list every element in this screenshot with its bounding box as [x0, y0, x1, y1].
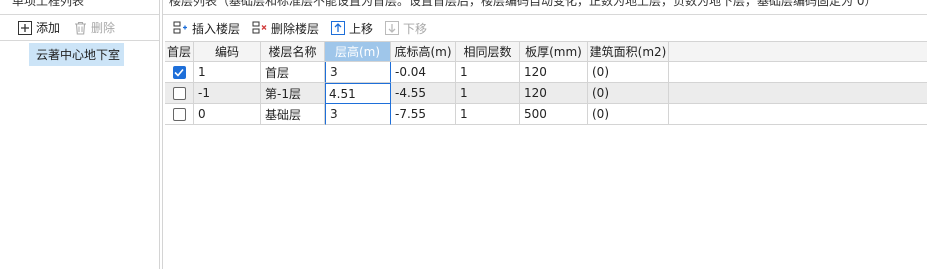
insert-floor-icon	[173, 21, 187, 34]
delete-floor-label: 删除楼层	[271, 21, 320, 36]
project-item-selected[interactable]: 云著中心地下室	[29, 43, 124, 66]
bottom-cell[interactable]: -7.55	[391, 104, 456, 125]
floor-list-panel: 楼层列表（基础层和标准层不能设置为首层。设置首层后，楼层编码自动变化，正数为地上…	[162, 0, 927, 269]
first-floor-cell[interactable]	[165, 62, 194, 83]
project-list-toolbar: 添加 删除	[0, 14, 159, 41]
check-icon	[174, 68, 184, 77]
floor-toolbar: 插入楼层 删除楼层 上移 下移	[163, 14, 927, 41]
name-cell[interactable]: 基础层	[261, 104, 325, 125]
add-button[interactable]: 添加	[18, 19, 60, 36]
same-cell[interactable]: 1	[456, 83, 520, 104]
col-header-same[interactable]: 相同层数	[456, 41, 520, 62]
empty-cell	[669, 83, 927, 104]
delete-floor-button[interactable]: 删除楼层	[252, 20, 319, 37]
table-row[interactable]: 1 首层 3 -0.04 1 120 (0)	[165, 62, 927, 83]
trash-icon	[75, 21, 87, 35]
add-button-label: 添加	[36, 21, 61, 35]
col-header-first[interactable]: 首层	[165, 41, 194, 62]
col-header-empty	[669, 41, 927, 62]
move-down-label: 下移	[403, 21, 428, 36]
bottom-cell[interactable]: -4.55	[391, 83, 456, 104]
move-up-button[interactable]: 上移	[331, 20, 373, 37]
insert-floor-label: 插入楼层	[192, 21, 241, 36]
insert-floor-button[interactable]: 插入楼层	[173, 20, 240, 37]
code-cell[interactable]: 0	[194, 104, 261, 125]
floor-list-title: 楼层列表（基础层和标准层不能设置为首层。设置首层后，楼层编码自动变化，正数为地上…	[169, 0, 877, 8]
checkbox[interactable]	[172, 86, 186, 100]
first-floor-cell[interactable]	[165, 104, 194, 125]
height-edit-field[interactable]: 4.51	[325, 83, 391, 104]
code-cell[interactable]: -1	[194, 83, 261, 104]
area-cell[interactable]: (0)	[588, 83, 669, 104]
project-list-panel: 单项工程列表 添加 删除 云著中心地下室	[0, 0, 160, 269]
bottom-cell[interactable]: -0.04	[391, 62, 456, 83]
thick-cell[interactable]: 500	[520, 104, 588, 125]
move-down-button[interactable]: 下移	[385, 20, 427, 37]
col-header-bottom[interactable]: 底标高(m)	[391, 41, 456, 62]
project-list-title: 单项工程列表	[12, 0, 85, 8]
table-row[interactable]: 0 基础层 3 -7.55 1 500 (0)	[165, 104, 927, 125]
col-header-area[interactable]: 建筑面积(m2)	[588, 41, 669, 62]
first-floor-cell[interactable]	[165, 83, 194, 104]
name-cell[interactable]: 第-1层	[261, 83, 325, 104]
delete-floor-icon	[252, 21, 267, 34]
name-cell[interactable]: 首层	[261, 62, 325, 83]
arrow-down-icon	[385, 21, 400, 35]
area-cell[interactable]: (0)	[588, 62, 669, 83]
floor-table: 首层 编码 楼层名称 层高(m) 底标高(m) 相同层数 板厚(mm) 建筑面积…	[165, 41, 927, 125]
col-header-height[interactable]: 层高(m)	[325, 41, 391, 62]
delete-button-label: 删除	[91, 21, 116, 35]
delete-button[interactable]: 删除	[74, 19, 115, 36]
col-header-name[interactable]: 楼层名称	[261, 41, 325, 62]
thick-cell[interactable]: 120	[520, 62, 588, 83]
same-cell[interactable]: 1	[456, 104, 520, 125]
col-header-thick[interactable]: 板厚(mm)	[520, 41, 588, 62]
same-cell[interactable]: 1	[456, 62, 520, 83]
table-header: 首层 编码 楼层名称 层高(m) 底标高(m) 相同层数 板厚(mm) 建筑面积…	[165, 41, 927, 62]
table-row[interactable]: -1 第-1层 4.51 -4.55 1 120 (0)	[165, 83, 927, 104]
height-cell[interactable]: 3	[325, 104, 391, 125]
empty-cell	[669, 104, 927, 125]
checkbox[interactable]	[172, 107, 186, 121]
height-cell[interactable]: 3	[325, 62, 391, 83]
thick-cell[interactable]: 120	[520, 83, 588, 104]
move-up-label: 上移	[349, 21, 374, 36]
checkbox-checked[interactable]	[172, 65, 186, 79]
code-cell[interactable]: 1	[194, 62, 261, 83]
col-header-code[interactable]: 编码	[194, 41, 261, 62]
area-cell[interactable]: (0)	[588, 104, 669, 125]
plus-box-icon	[18, 20, 32, 35]
arrow-up-icon	[331, 21, 346, 35]
empty-cell	[669, 62, 927, 83]
